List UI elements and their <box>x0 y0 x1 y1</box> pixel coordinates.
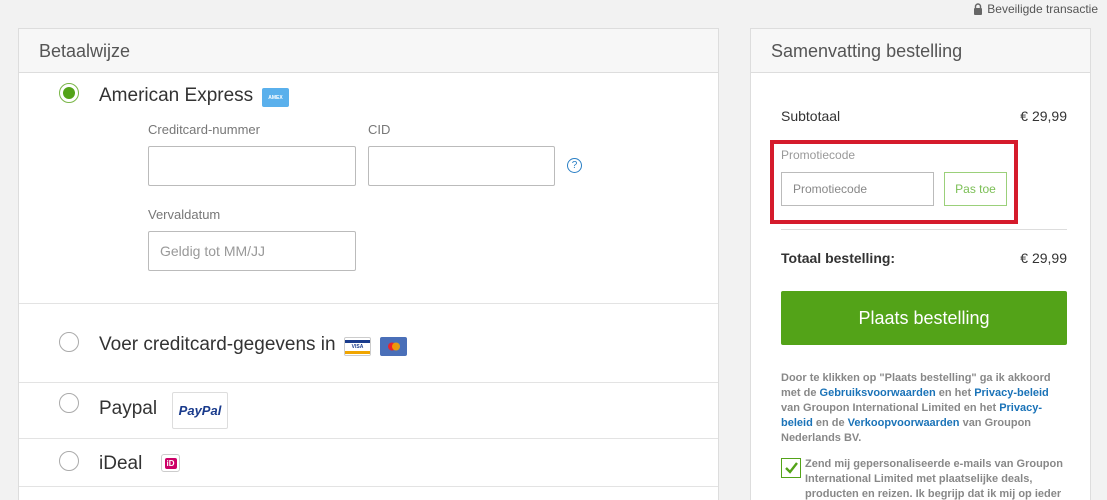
promo-code-input[interactable] <box>781 172 934 206</box>
creditcard-radio[interactable] <box>59 332 79 352</box>
promo-code-label: Promotiecode <box>781 148 856 162</box>
visa-card-icon: VISA <box>344 337 371 356</box>
summary-divider <box>781 229 1067 230</box>
legal-text-3: van Groupon International Limited en het <box>781 402 1000 414</box>
ideal-logo: iD <box>161 454 180 472</box>
payment-method-title: Betaalwijze <box>19 29 718 73</box>
expiry-label: Vervaldatum <box>148 207 221 222</box>
terms-of-use-link[interactable]: Gebruiksvoorwaarden <box>820 387 936 399</box>
secure-transaction-indicator: Beveiligde transactie <box>973 2 1098 16</box>
mastercard-icon <box>380 337 407 356</box>
secure-transaction-label: Beveiligde transactie <box>987 2 1098 16</box>
place-order-button[interactable]: Plaats bestelling <box>781 291 1067 345</box>
lock-icon <box>974 3 983 15</box>
amex-card-icon: AMEX <box>262 88 289 107</box>
ideal-radio[interactable] <box>59 451 79 471</box>
paypal-logo: PayPal <box>172 392 228 429</box>
privacy-policy-link-1[interactable]: Privacy-beleid <box>974 387 1049 399</box>
order-summary-panel: Samenvatting bestelling Subtotaal € 29,9… <box>750 28 1091 500</box>
cid-input[interactable] <box>368 146 555 186</box>
paypal-label: Paypal <box>99 398 158 419</box>
expiry-input[interactable] <box>148 231 356 271</box>
subtotal-row: Subtotaal € 29,99 <box>781 108 1067 124</box>
ideal-label: iDeal <box>99 453 143 474</box>
amex-label: American Express <box>99 85 254 106</box>
terms-of-sale-link[interactable]: Verkoopvoorwaarden <box>848 417 960 429</box>
payment-method-panel: Betaalwijze American Express AMEX Credit… <box>18 28 719 500</box>
subtotal-value: € 29,99 <box>1020 108 1067 124</box>
order-total-row: Totaal bestelling: € 29,99 <box>781 250 1067 266</box>
subtotal-label: Subtotaal <box>781 108 841 124</box>
payment-option-amex[interactable]: American Express AMEX Creditcard-nummer … <box>19 73 718 304</box>
newsletter-checkbox[interactable] <box>781 458 801 478</box>
payment-option-ideal[interactable]: iDeal iD <box>19 439 718 487</box>
card-number-input[interactable] <box>148 146 356 186</box>
checkmark-icon <box>785 462 798 474</box>
creditcard-label: Voer creditcard-gegevens in <box>99 334 336 355</box>
order-summary-title: Samenvatting bestelling <box>751 29 1090 73</box>
cid-label: CID <box>368 122 391 137</box>
help-icon[interactable]: ? <box>567 158 582 173</box>
card-number-label: Creditcard-nummer <box>148 122 260 137</box>
legal-terms-text: Door te klikken op "Plaats bestelling" g… <box>781 371 1067 446</box>
apply-promo-button[interactable]: Pas toe <box>944 172 1007 206</box>
newsletter-consent-text: Zend mij gepersonaliseerde e-mails van G… <box>805 458 1063 500</box>
legal-text-2: en het <box>935 387 975 399</box>
payment-option-paypal[interactable]: Paypal PayPal <box>19 383 718 439</box>
paypal-radio[interactable] <box>59 393 79 413</box>
order-total-label: Totaal bestelling: <box>781 250 896 266</box>
payment-option-creditcard[interactable]: Voer creditcard-gegevens in VISA <box>19 304 718 383</box>
legal-text-4: en de <box>812 417 848 429</box>
amex-radio[interactable] <box>59 83 79 103</box>
order-total-value: € 29,99 <box>1020 250 1067 266</box>
